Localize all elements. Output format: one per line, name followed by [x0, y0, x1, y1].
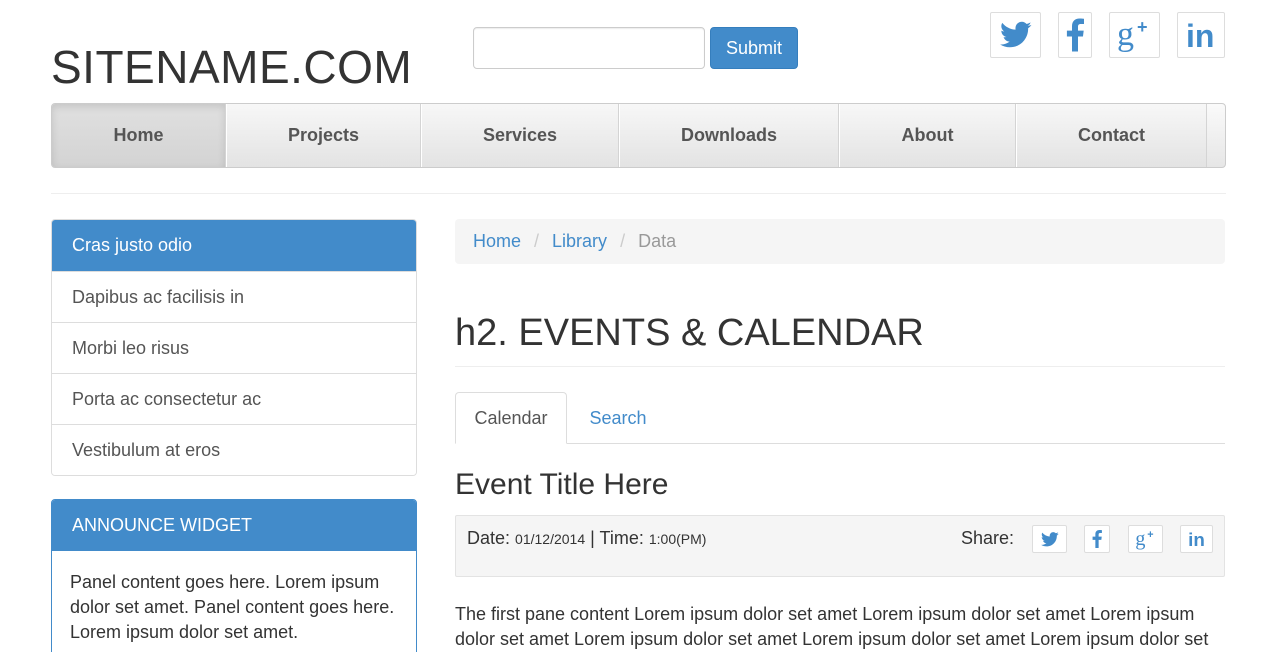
svg-text:g: g — [1135, 528, 1145, 550]
search-input[interactable] — [473, 27, 705, 69]
twitter-icon — [999, 21, 1031, 48]
event-meta-bar: Date: 01/12/2014 | Time: 1:00(PM) Share:… — [455, 515, 1225, 577]
announce-widget: ANNOUNCE WIDGET Panel content goes here.… — [51, 499, 417, 652]
facebook-icon — [1066, 18, 1084, 52]
nav-item-downloads[interactable]: Downloads — [619, 104, 839, 167]
nav-item-home[interactable]: Home — [52, 104, 226, 167]
time-value: 1:00(PM) — [648, 531, 707, 547]
tab-search[interactable]: Search — [569, 392, 667, 444]
svg-text:g: g — [1117, 17, 1134, 53]
share-google-plus-button[interactable]: g + — [1128, 525, 1163, 553]
svg-text:+: + — [1147, 529, 1153, 541]
tab-bar: Calendar Search — [455, 392, 1225, 444]
breadcrumb-data: Data — [638, 231, 677, 251]
page-title-divider — [455, 366, 1225, 367]
nav-item-services[interactable]: Services — [421, 104, 619, 167]
event-datetime: Date: 01/12/2014 | Time: 1:00(PM) — [467, 528, 706, 549]
sidebar-item-cras-justo-odio[interactable]: Cras justo odio — [52, 220, 416, 271]
site-title[interactable]: SITENAME.COM — [51, 40, 412, 94]
nav-item-about[interactable]: About — [839, 104, 1016, 167]
svg-text:+: + — [1137, 17, 1148, 37]
svg-text:in: in — [1188, 530, 1205, 548]
share-facebook-button[interactable] — [1084, 525, 1110, 553]
twitter-icon — [1040, 531, 1059, 546]
submit-button[interactable]: Submit — [710, 27, 798, 69]
announce-widget-title: ANNOUNCE WIDGET — [52, 500, 416, 551]
header-divider — [51, 193, 1226, 194]
share-linkedin-button[interactable]: in — [1180, 525, 1213, 553]
breadcrumb-separator: / — [534, 231, 540, 251]
linkedin-icon: in — [1186, 20, 1214, 50]
linkedin-icon: in — [1188, 530, 1205, 548]
facebook-icon — [1092, 530, 1102, 548]
sidebar-list: Cras justo odio Dapibus ac facilisis in … — [51, 219, 417, 476]
google-plus-button[interactable]: g + — [1109, 12, 1160, 58]
breadcrumb-separator: / — [620, 231, 626, 251]
sidebar-item-morbi[interactable]: Morbi leo risus — [52, 322, 416, 373]
breadcrumb-home[interactable]: Home — [473, 231, 521, 252]
date-label: Date: — [467, 528, 511, 548]
share-label: Share: — [961, 528, 1015, 548]
meta-divider: | — [590, 528, 595, 548]
breadcrumb-library[interactable]: Library — [552, 231, 607, 252]
date-value: 01/12/2014 — [515, 531, 586, 547]
breadcrumb: Home / Library / Data — [455, 219, 1225, 264]
announce-widget-body: Panel content goes here. Lorem ipsum dol… — [70, 572, 395, 642]
nav-item-contact[interactable]: Contact — [1016, 104, 1207, 167]
nav-item-projects[interactable]: Projects — [226, 104, 421, 167]
sidebar-item-porta[interactable]: Porta ac consectetur ac — [52, 373, 416, 424]
share-twitter-button[interactable] — [1032, 525, 1067, 553]
tab-pane-content: The first pane content Lorem ipsum dolor… — [455, 604, 1209, 649]
time-label: Time: — [599, 528, 644, 548]
google-plus-icon: g + — [1117, 17, 1148, 53]
event-title: Event Title Here — [455, 468, 669, 501]
sidebar-item-vestibulum[interactable]: Vestibulum at eros — [52, 424, 416, 475]
sidebar-item-dapibus[interactable]: Dapibus ac facilisis in — [52, 271, 416, 322]
facebook-button[interactable] — [1058, 12, 1092, 58]
tab-calendar[interactable]: Calendar — [455, 392, 567, 444]
main-navbar: Home Projects Services Downloads About C… — [51, 103, 1226, 168]
page-title: h2. EVENTS & CALENDAR — [455, 312, 924, 354]
google-plus-icon: g + — [1135, 528, 1153, 550]
linkedin-button[interactable]: in — [1177, 12, 1225, 58]
svg-text:in: in — [1186, 20, 1214, 50]
twitter-button[interactable] — [990, 12, 1041, 58]
